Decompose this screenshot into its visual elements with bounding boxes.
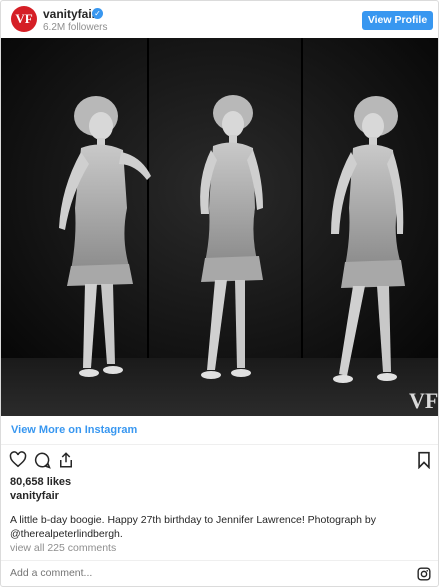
photo-illustration: VF <box>1 38 438 416</box>
username-link[interactable]: vanityfair <box>43 7 96 21</box>
view-all-comments-link[interactable]: view all 225 comments <box>10 542 116 554</box>
divider <box>1 444 438 445</box>
view-profile-button[interactable]: View Profile <box>362 11 433 30</box>
instagram-icon[interactable] <box>417 567 431 581</box>
avatar[interactable]: VF <box>11 6 37 32</box>
post-photo[interactable]: VF <box>1 38 438 416</box>
follower-count: 6.2M followers <box>43 22 108 33</box>
verified-badge-icon: ✓ <box>92 8 103 19</box>
heart-icon[interactable] <box>9 451 27 468</box>
instagram-embed-card: VF vanityfair ✓ 6.2M followers View Prof… <box>0 0 439 587</box>
like-count[interactable]: 80,658 likes <box>10 476 71 488</box>
divider <box>1 560 438 561</box>
post-header: VF vanityfair ✓ 6.2M followers View Prof… <box>1 1 438 37</box>
caption-text: A little b-day boogie. Happy 27th birthd… <box>10 514 376 540</box>
bookmark-icon[interactable] <box>417 451 431 469</box>
view-more-link[interactable]: View More on Instagram <box>11 424 137 436</box>
caption-username[interactable]: vanityfair <box>10 490 59 502</box>
comment-icon[interactable] <box>33 451 51 469</box>
share-icon[interactable] <box>57 451 75 469</box>
photo-watermark: VF <box>409 388 438 413</box>
add-comment-input[interactable] <box>10 567 400 579</box>
